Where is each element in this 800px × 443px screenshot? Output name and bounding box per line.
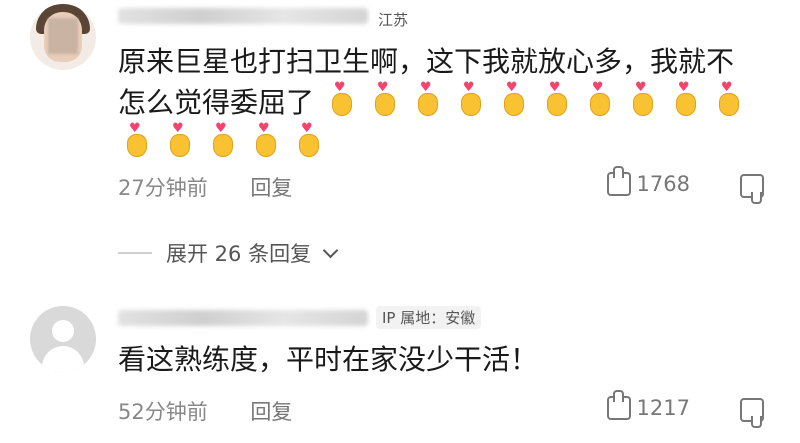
heart-hand-emoji: ♥ <box>581 81 615 116</box>
hand-shape <box>170 134 190 157</box>
heart-hand-emoji: ♥ <box>290 122 324 157</box>
thumbs-up-icon <box>606 390 631 420</box>
hand-shape <box>589 93 610 116</box>
heart-hand-emoji: ♥ <box>667 81 701 116</box>
heart-hand-emoji: ♥ <box>161 122 195 157</box>
hand-shape <box>299 134 319 157</box>
heart-hand-emoji: ♥ <box>323 81 357 116</box>
heart-hand-emoji: ♥ <box>495 81 529 116</box>
expand-label: 展开 26 条回复 <box>166 242 312 266</box>
heart-hand-emoji: ♥ <box>624 81 658 116</box>
hand-shape <box>256 134 276 157</box>
hand-shape <box>213 134 233 157</box>
heart-hand-emoji: ♥ <box>710 81 744 116</box>
heart-hand-emoji: ♥ <box>118 122 152 157</box>
heart-hand-emoji: ♥ <box>247 122 281 157</box>
heart-hand-emoji: ♥ <box>538 81 572 116</box>
expand-replies-button[interactable]: 展开 26 条回复 <box>118 238 339 268</box>
thumbs-up-icon <box>606 166 631 196</box>
divider-line <box>118 252 152 254</box>
ip-location: 江苏 <box>378 11 409 29</box>
heart-hand-emoji: ♥ <box>452 81 486 116</box>
hand-shape <box>331 93 352 116</box>
comment-meta: 27分钟前 回复 <box>118 172 292 202</box>
thumbs-down-icon[interactable] <box>740 174 764 204</box>
hand-shape <box>417 93 438 116</box>
heart-hand-emoji: ♥ <box>366 81 400 116</box>
hand-shape <box>127 134 147 157</box>
heart-hand-emoji: ♥ <box>409 81 443 116</box>
comment-time: 27分钟前 <box>118 176 208 200</box>
username-redacted[interactable] <box>118 8 368 24</box>
hand-shape <box>460 93 481 116</box>
hand-shape <box>632 93 653 116</box>
comment-time: 52分钟前 <box>118 400 208 424</box>
chevron-down-icon <box>322 242 339 258</box>
comment-item: 江苏 原来巨星也打扫卫生啊，这下我就放心多，我就不怎么觉得委屈了 ♥ ♥ ♥ ♥ ♥ ♥ ♥… <box>0 0 800 210</box>
hand-shape <box>546 93 567 116</box>
reply-button[interactable]: 回复 <box>250 176 292 200</box>
heart-hand-emoji: ♥ <box>204 122 238 157</box>
avatar[interactable] <box>30 306 96 372</box>
username-redacted[interactable] <box>118 310 368 326</box>
avatar-blur <box>48 18 78 54</box>
comment-meta: 52分钟前 回复 <box>118 396 292 426</box>
comment-text: 看这熟练度，平时在家没少干活！ <box>118 343 539 376</box>
thumbs-down-icon[interactable] <box>740 398 764 428</box>
avatar-head <box>52 320 74 342</box>
avatar-body <box>42 346 84 372</box>
hand-shape <box>374 93 395 116</box>
like-button[interactable]: 1217 <box>606 390 690 420</box>
comment-item: IP 属地：安徽 看这熟练度，平时在家没少干活！ 52分钟前 回复 1217 <box>0 292 800 443</box>
hand-shape <box>718 93 739 116</box>
like-button[interactable]: 1768 <box>606 166 690 196</box>
like-count: 1768 <box>636 172 690 196</box>
hand-shape <box>675 93 696 116</box>
like-count: 1217 <box>636 396 690 420</box>
comment-text: 原来巨星也打扫卫生啊，这下我就放心多，我就不怎么觉得委屈了 ♥ ♥ ♥ ♥ ♥ ♥ ♥ ♥ ♥ ♥… <box>118 42 760 164</box>
avatar[interactable] <box>30 4 96 70</box>
ip-location: IP 属地：安徽 <box>376 306 482 329</box>
reply-button[interactable]: 回复 <box>250 400 292 424</box>
hand-shape <box>503 93 524 116</box>
